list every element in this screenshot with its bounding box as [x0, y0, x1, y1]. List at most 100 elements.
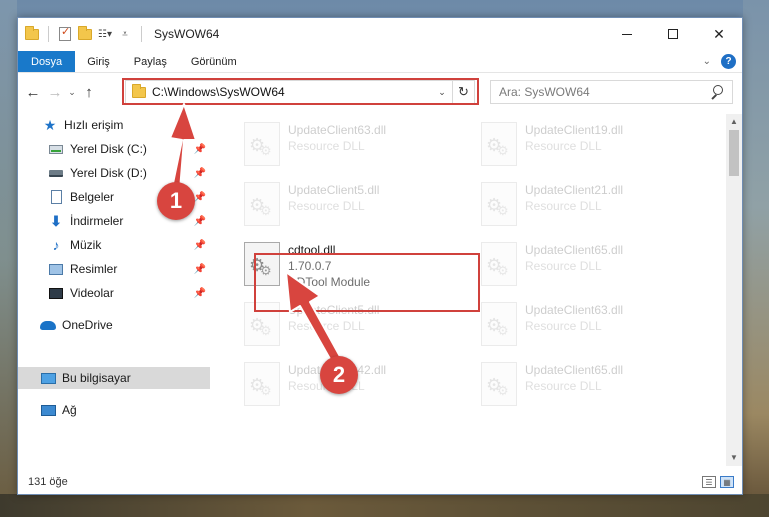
recent-locations-chevron-down-icon[interactable]: ⌄	[66, 80, 78, 104]
refresh-icon[interactable]: ↻	[452, 81, 474, 103]
file-description: Resource DLL	[288, 319, 365, 333]
sidebar-item-videos[interactable]: Videolar 📌	[18, 282, 210, 304]
dll-file-icon	[481, 242, 517, 286]
sidebar-item-label: Müzik	[70, 238, 102, 252]
file-name: UpdateClient63.dll	[525, 303, 624, 317]
tab-share[interactable]: Paylaş	[122, 51, 179, 72]
sidebar-item-label: Resimler	[70, 262, 118, 276]
sidebar-item-label: Bu bilgisayar	[62, 371, 131, 385]
star-icon: ★	[43, 116, 57, 133]
search-placeholder: Ara: SysWOW64	[499, 85, 590, 99]
minimize-button[interactable]	[604, 18, 650, 50]
dll-file-icon	[481, 122, 517, 166]
file-description: Resource DLL	[525, 259, 602, 273]
new-folder-icon[interactable]	[77, 25, 93, 42]
sidebar-item-local-disk-d[interactable]: Yerel Disk (D:) 📌	[18, 162, 210, 184]
vertical-scrollbar[interactable]: ▲ ▼	[726, 114, 742, 466]
pin-icon[interactable]: 📌	[194, 168, 206, 179]
tab-home[interactable]: Giriş	[75, 51, 122, 72]
file-description: Resource DLL	[288, 139, 365, 153]
file-description: Resource DLL	[525, 379, 602, 393]
toolbar-divider	[48, 26, 49, 42]
list-item[interactable]: UpdateClient65.dll Resource DLL	[475, 240, 699, 292]
pin-icon[interactable]: 📌	[194, 144, 206, 155]
pin-icon[interactable]: 📌	[194, 192, 206, 203]
up-button[interactable]: ↑	[78, 80, 100, 104]
pin-icon[interactable]: 📌	[194, 216, 206, 227]
step-badge-1: 1	[157, 182, 195, 220]
scroll-down-icon[interactable]: ▼	[726, 450, 742, 466]
list-item[interactable]: UpdateClient63.dll Resource DLL	[238, 120, 462, 172]
ribbon-right-controls: ⌄ ?	[703, 51, 742, 72]
desktop-background-right	[743, 0, 769, 517]
sidebar-item-network[interactable]: Ağ	[18, 399, 210, 421]
view-toggle: ☰ ▦	[702, 476, 742, 488]
list-item[interactable]: UpdateClient5.dll Resource DLL	[238, 180, 462, 232]
list-item[interactable]: UpdateClient63.dll Resource DLL	[475, 300, 699, 352]
item-count: 131 öğe	[28, 476, 68, 488]
pin-icon[interactable]: 📌	[194, 264, 206, 275]
sidebar-item-label: Hızlı erişim	[64, 118, 124, 132]
file-name: UpdateClient5.dll	[288, 183, 380, 197]
dll-file-icon	[244, 122, 280, 166]
sidebar-item-label: Ağ	[62, 403, 77, 417]
sidebar-item-pictures[interactable]: Resimler 📌	[18, 258, 210, 280]
properties-icon[interactable]	[57, 25, 73, 42]
folder-icon	[132, 83, 146, 98]
customize-toolbar-icon[interactable]: ☷▾	[97, 26, 113, 42]
sidebar-item-label: Yerel Disk (C:)	[70, 142, 147, 156]
scrollbar-thumb[interactable]	[729, 130, 739, 176]
details-view-icon[interactable]: ☰	[702, 476, 716, 488]
file-description: Resource DLL	[288, 199, 365, 213]
close-icon: ✕	[713, 25, 725, 42]
drive-icon	[48, 141, 64, 157]
forward-button[interactable]: →	[44, 80, 66, 104]
toolbar-divider	[141, 26, 142, 42]
toolbar-dropdown-icon[interactable]: ⩡	[117, 26, 133, 42]
music-icon: ♪	[52, 237, 60, 253]
list-item[interactable]: UpdateClient21.dll Resource DLL	[475, 180, 699, 232]
back-button[interactable]: ←	[22, 80, 44, 104]
large-icons-view-icon[interactable]: ▦	[720, 476, 734, 488]
sidebar-item-label: Videolar	[70, 286, 114, 300]
sidebar-item-label: Yerel Disk (D:)	[70, 166, 147, 180]
window-controls: ✕	[604, 18, 742, 50]
dll-file-icon	[481, 362, 517, 406]
step-badge-2: 2	[320, 356, 358, 394]
cloud-icon	[40, 317, 56, 333]
tab-view[interactable]: Görünüm	[179, 51, 249, 72]
sidebar-item-quick-access[interactable]: ★ Hızlı erişim	[18, 114, 210, 136]
list-item[interactable]: UpdateClient19.dll Resource DLL	[475, 120, 699, 172]
address-bar[interactable]: C:\Windows\SysWOW64 ⌄ ↻	[125, 80, 475, 104]
scroll-up-icon[interactable]: ▲	[726, 114, 742, 130]
pin-icon[interactable]: 📌	[194, 240, 206, 251]
pin-icon[interactable]: 📌	[194, 288, 206, 299]
file-description: Resource DLL	[525, 199, 602, 213]
maximize-button[interactable]	[650, 18, 696, 50]
sidebar-item-this-pc[interactable]: Bu bilgisayar	[18, 367, 210, 389]
sidebar-item-onedrive[interactable]: OneDrive	[18, 314, 210, 336]
close-button[interactable]: ✕	[696, 18, 742, 50]
tab-file[interactable]: Dosya	[18, 51, 76, 72]
address-dropdown-chevron-down-icon[interactable]: ⌄	[432, 87, 452, 98]
navigation-bar: ← → ⌄ ↑ C:\Windows\SysWOW64 ⌄ ↻ Ara: Sys…	[18, 78, 742, 106]
quick-access-toolbar: ☷▾ ⩡	[18, 25, 146, 42]
file-highlight-box	[254, 253, 480, 312]
title-bar: ☷▾ ⩡ SysWOW64 ✕	[18, 18, 742, 50]
file-list: UpdateClient63.dll Resource DLL UpdateCl…	[210, 114, 726, 466]
sidebar-item-music[interactable]: ♪ Müzik 📌	[18, 234, 210, 256]
file-name: UpdateClient19.dll	[525, 123, 624, 137]
sidebar-item-local-disk-c[interactable]: Yerel Disk (C:) 📌	[18, 138, 210, 160]
network-icon	[40, 402, 56, 418]
status-bar: 131 öğe ☰ ▦	[18, 470, 742, 494]
desktop-background-left	[0, 0, 17, 517]
search-icon[interactable]	[710, 85, 724, 99]
address-path[interactable]: C:\Windows\SysWOW64	[152, 85, 285, 99]
desktop-background-bottom	[0, 494, 769, 517]
file-name: UpdateClient65.dll	[525, 243, 624, 257]
search-input[interactable]: Ara: SysWOW64	[490, 80, 733, 104]
expand-ribbon-icon[interactable]: ⌄	[703, 56, 711, 67]
help-icon[interactable]: ?	[721, 54, 736, 69]
computer-icon	[40, 370, 56, 386]
list-item[interactable]: UpdateClient65.dll Resource DLL	[475, 360, 699, 412]
